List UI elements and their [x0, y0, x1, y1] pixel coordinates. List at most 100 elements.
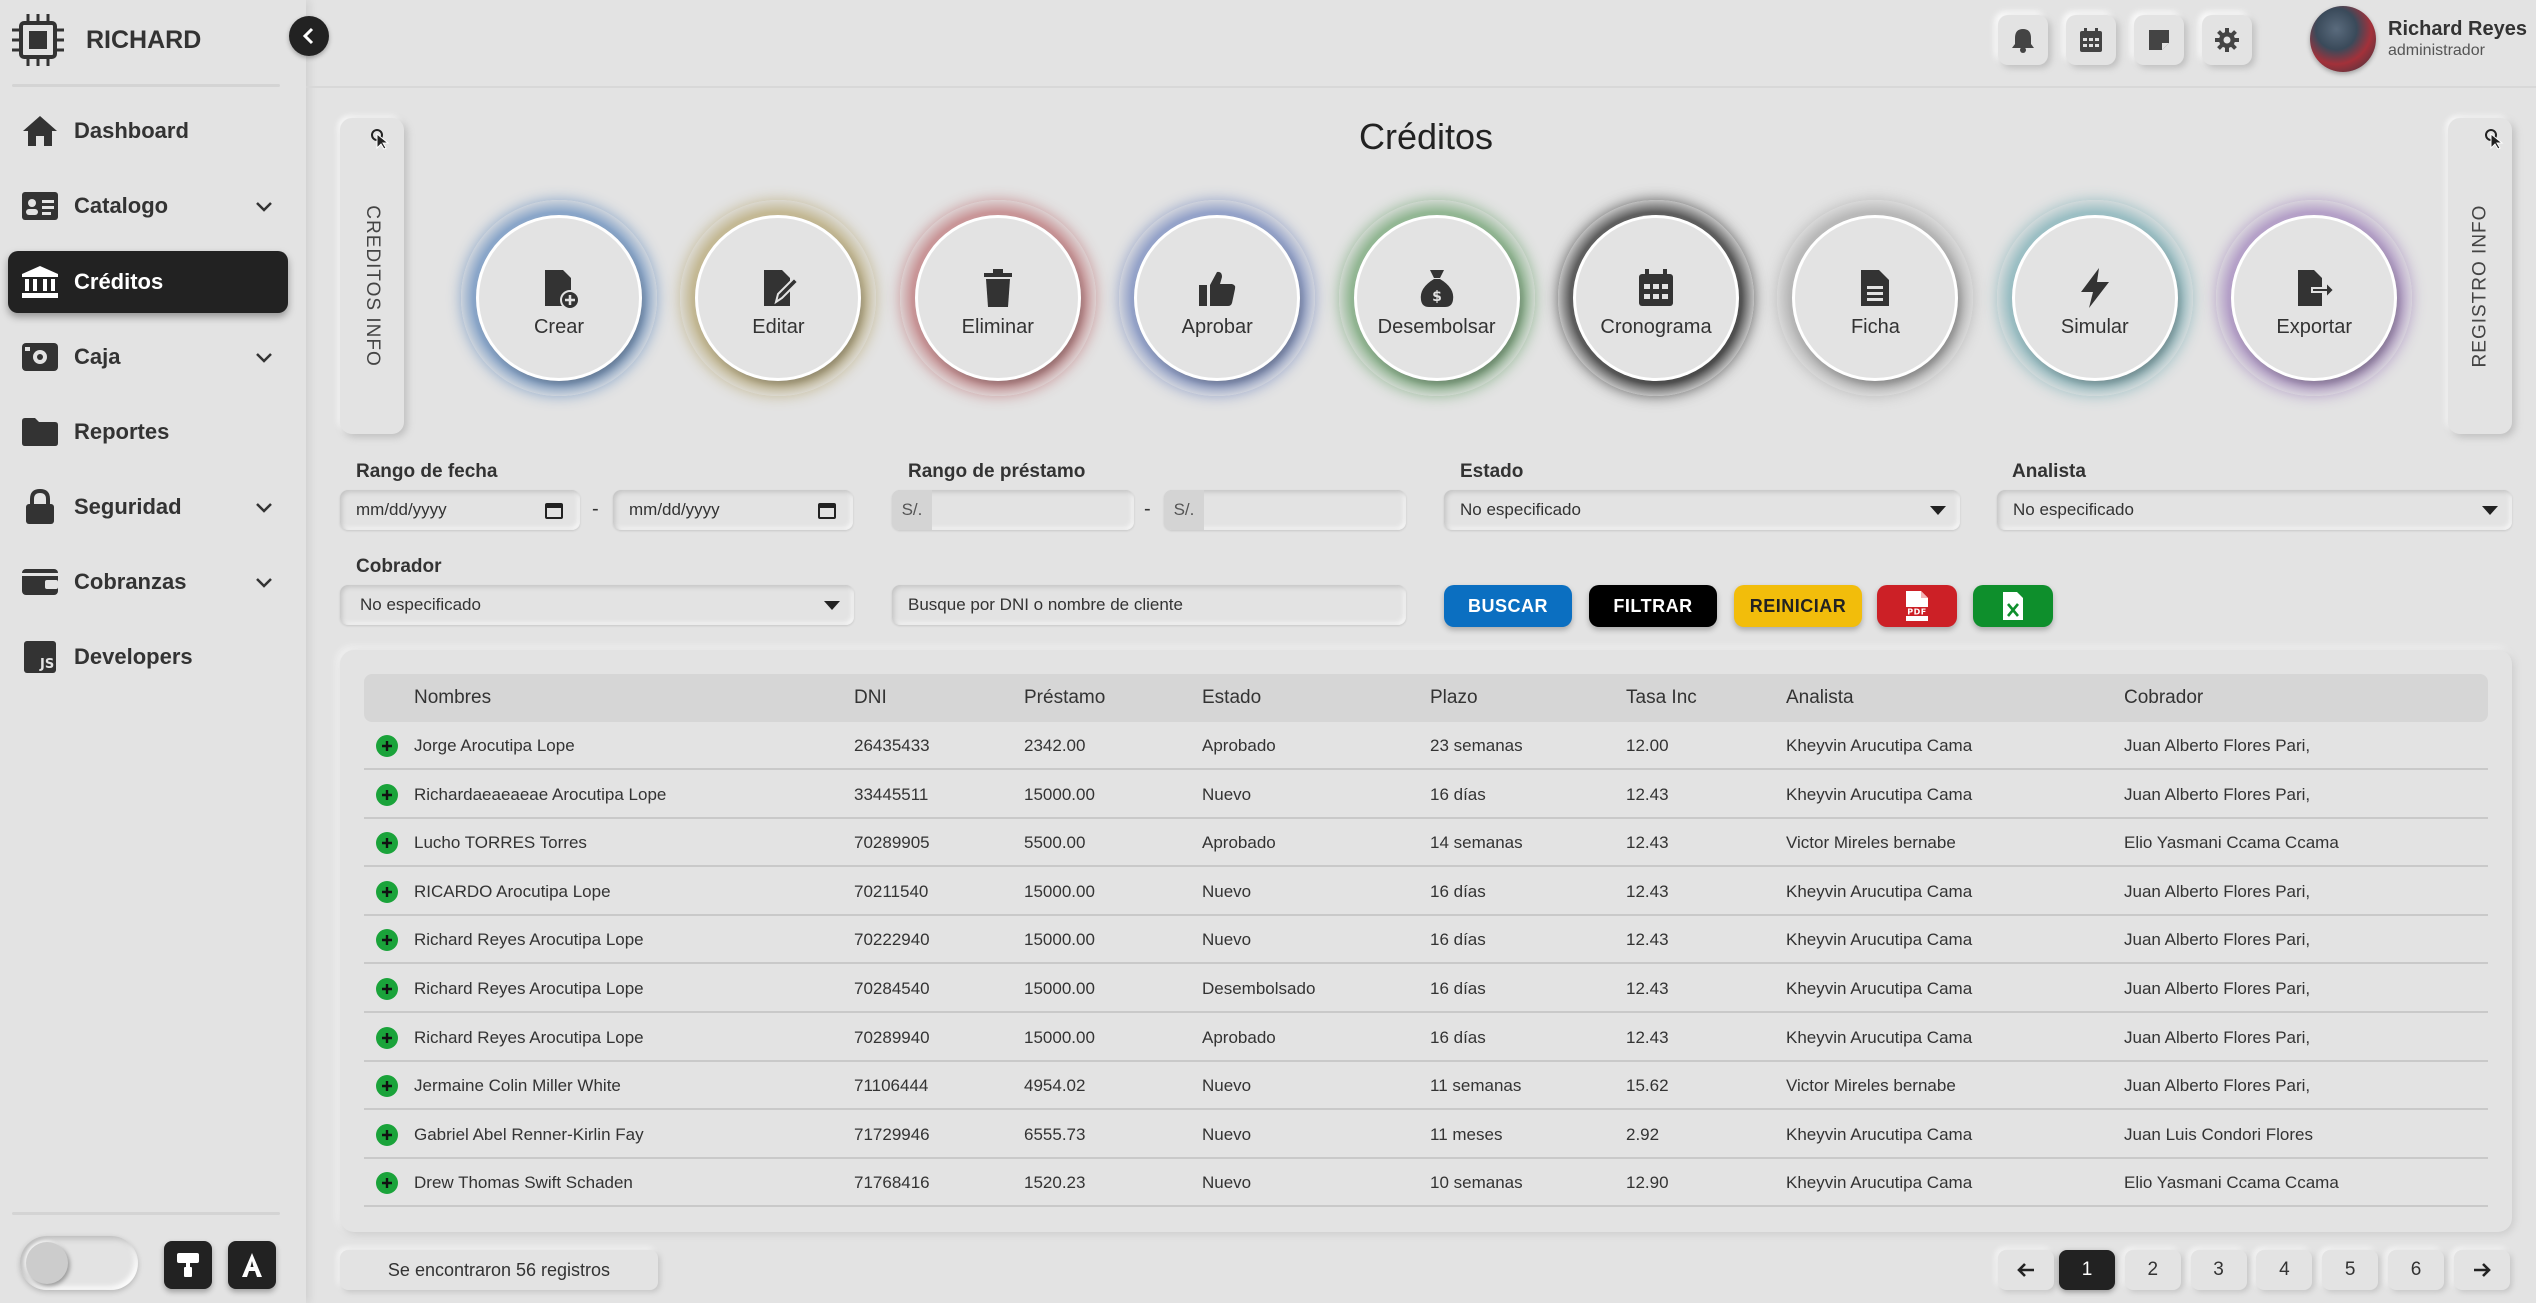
col-cobrador[interactable]: Cobrador [2124, 674, 2203, 722]
notes-button[interactable] [2134, 15, 2184, 65]
date-to-input[interactable]: mm/dd/yyyy [613, 490, 853, 530]
creditos-info-tab[interactable]: CREDITOS INFO [340, 118, 404, 434]
paint-roller-button[interactable] [164, 1241, 212, 1289]
sidebar-item-caja[interactable]: Caja [8, 326, 288, 388]
table-row[interactable]: Drew Thomas Swift Schaden 71768416 1520.23… [364, 1159, 2488, 1208]
cell-cobrador: Juan Luis Condori Flores [2124, 1124, 2313, 1144]
pointer-pin-icon [371, 129, 390, 150]
expand-row-icon[interactable] [376, 1026, 398, 1049]
page-button[interactable]: 6 [2388, 1250, 2444, 1290]
next-page-button[interactable] [2454, 1250, 2510, 1290]
cell-cobrador: Juan Alberto Flores Pari, [2124, 736, 2311, 755]
sidebar-item-cobranzas[interactable]: Cobranzas [8, 551, 288, 613]
buscar-button[interactable]: BUSCAR [1444, 585, 1572, 627]
prev-page-button[interactable] [1998, 1250, 2054, 1290]
sidebar-item-seguridad[interactable]: Seguridad [8, 476, 288, 538]
analista-select[interactable]: No especificado [1997, 490, 2512, 530]
record-count: Se encontraron 56 registros [340, 1250, 658, 1290]
sidebar-item-creditos[interactable]: Créditos [8, 251, 288, 313]
action-exportar-button[interactable]: Exportar [2216, 200, 2413, 396]
page-button[interactable]: 1 [2059, 1250, 2115, 1290]
registro-info-tab[interactable]: REGISTRO INFO [2448, 118, 2512, 434]
sidebar-item-label: Developers [74, 644, 193, 669]
page-button[interactable]: 4 [2256, 1250, 2313, 1290]
cell-dni: 70284540 [854, 979, 930, 998]
action-cronograma-button[interactable]: Cronograma [1558, 200, 1754, 396]
currency-prefix: S/. [1164, 490, 1204, 530]
cell-prestamo: 15000.00 [1024, 784, 1095, 804]
font-button[interactable] [228, 1241, 276, 1289]
col-tasa[interactable]: Tasa Inc [1626, 674, 1697, 722]
table-row[interactable]: Richard Reyes Arocutipa Lope 70289940 1500… [364, 1014, 2488, 1062]
action-eliminar-button[interactable]: Eliminar [899, 200, 1096, 396]
action-simular-button[interactable]: Simular [1996, 200, 2193, 396]
expand-row-icon[interactable] [376, 1075, 398, 1098]
sidebar-item-catalogo[interactable]: Catalogo [8, 175, 288, 237]
loan-min-input[interactable]: S/. [892, 490, 1134, 530]
col-prestamo[interactable]: Préstamo [1024, 674, 1105, 722]
chevron-down-icon [256, 353, 272, 363]
table-row[interactable]: Richard Reyes Arocutipa Lope 70284540 1500… [364, 965, 2488, 1013]
expand-row-icon[interactable] [376, 929, 398, 952]
action-face: Cronograma [1576, 218, 1736, 378]
expand-row-icon[interactable] [376, 978, 398, 1000]
action-ficha-button[interactable]: Ficha [1777, 200, 1974, 396]
page-button[interactable]: 3 [2190, 1250, 2247, 1290]
export-pdf-button[interactable]: PDF [1877, 585, 1957, 627]
table-row[interactable]: Lucho TORRES Torres 70289905 5500.00 Aproba… [364, 819, 2488, 868]
expand-row-icon[interactable] [376, 832, 398, 855]
chevron-down-icon [256, 503, 272, 513]
brand-name: RICHARD [86, 25, 202, 54]
cobrador-select[interactable]: No especificado [340, 585, 854, 625]
table-row[interactable]: Jermaine Colin Miller White 71106444 4954.… [364, 1062, 2488, 1111]
user-menu[interactable]: Richard Reyes administrador [2310, 6, 2527, 72]
col-analista[interactable]: Analista [1786, 674, 1854, 722]
date-from-input[interactable]: mm/dd/yyyy [340, 490, 580, 530]
chevron-left-icon [302, 27, 314, 45]
col-estado[interactable]: Estado [1202, 674, 1261, 722]
expand-row-icon[interactable] [376, 880, 398, 903]
table-row[interactable]: Richardaeaeaeae Arocutipa Lope 33445511 15… [364, 771, 2488, 819]
font-icon [242, 1253, 262, 1277]
page-button[interactable]: 2 [2124, 1250, 2181, 1290]
collapse-sidebar-button[interactable] [289, 16, 329, 56]
action-crear-button[interactable]: Crear [461, 200, 657, 396]
page-button[interactable]: 5 [2322, 1250, 2379, 1290]
table-row[interactable]: RICARDO Arocutipa Lope 70211540 15000.00 Nu… [364, 868, 2488, 916]
cell-estado: Nuevo [1202, 1076, 1252, 1096]
search-input[interactable]: Busque por DNI o nombre de cliente [892, 585, 1406, 625]
action-desembolsar-button[interactable]: $ Desembolsar [1338, 200, 1535, 396]
divider [306, 86, 2536, 88]
action-face: Ficha [1795, 218, 1956, 378]
expand-row-icon[interactable] [376, 735, 398, 757]
table-row[interactable]: Jorge Arocutipa Lope 26435433 2342.00 Aprob… [364, 722, 2488, 770]
calendar-icon [2080, 28, 2102, 52]
settings-button[interactable] [2202, 15, 2252, 65]
expand-row-icon[interactable] [376, 783, 398, 806]
sidebar-item-dashboard[interactable]: Dashboard [8, 100, 288, 162]
date-range-label: Rango de fecha [356, 461, 498, 482]
sidebar-item-reportes[interactable]: Reportes [8, 401, 288, 463]
export-excel-button[interactable] [1973, 585, 2053, 627]
loan-max-input[interactable]: S/. [1164, 490, 1406, 530]
notifications-button[interactable] [1998, 15, 2048, 65]
registro-info-label: REGISTRO INFO [2469, 204, 2490, 368]
cell-dni: 70289905 [854, 833, 930, 853]
col-plazo[interactable]: Plazo [1430, 674, 1478, 722]
action-aprobar-button[interactable]: Aprobar [1119, 200, 1316, 396]
sidebar-item-developers[interactable]: JS Developers [8, 626, 288, 688]
reiniciar-button[interactable]: REINICIAR [1734, 585, 1862, 627]
table-row[interactable]: Gabriel Abel Renner-Kirlin Fay 71729946 65… [364, 1111, 2488, 1159]
estado-select[interactable]: No especificado [1444, 490, 1960, 530]
theme-toggle[interactable] [20, 1236, 138, 1290]
table-row[interactable]: Richard Reyes Arocutipa Lope 70222940 1500… [364, 916, 2488, 965]
paint-roller-icon [177, 1253, 199, 1277]
expand-row-icon[interactable] [376, 1123, 398, 1146]
action-editar-button[interactable]: Editar [680, 200, 877, 396]
col-dni[interactable]: DNI [854, 674, 887, 722]
calendar-button[interactable] [2066, 15, 2116, 65]
cell-nombres: Jermaine Colin Miller White [414, 1076, 621, 1096]
expand-row-icon[interactable] [376, 1172, 398, 1195]
filtrar-button[interactable]: FILTRAR [1589, 585, 1717, 627]
col-nombres[interactable]: Nombres [414, 674, 491, 722]
